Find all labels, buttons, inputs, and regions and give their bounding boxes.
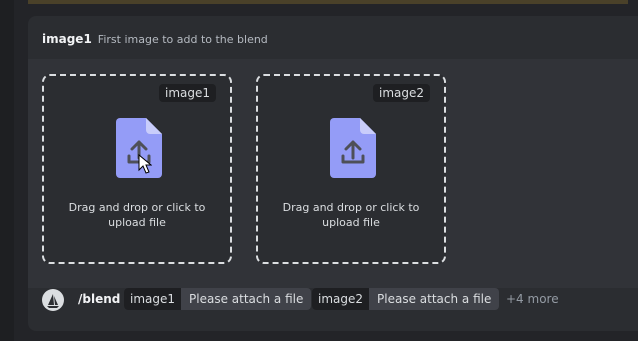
bot-avatar-icon [42,289,64,311]
mouse-pointer-icon-svg [138,154,152,174]
file-upload-icon-svg [330,118,376,178]
left-gutter [0,0,14,341]
option-key: image1 [124,288,182,310]
dropzone-instructions: Drag and drop or click to upload file [68,201,206,229]
option-description: First image to add to the blend [97,33,268,46]
top-accent-bar [28,0,628,4]
slash-command-panel: image1 First image to add to the blend i… [28,16,638,331]
attachment-drop-area: image1 Drag and drop or click to upload … [28,59,638,288]
dropzone-tag: image1 [158,84,216,102]
more-options-button[interactable]: +4 more [506,292,559,306]
option-value: Please attach a file [377,292,492,306]
bot-avatar-icon-svg [47,294,59,308]
option-header: image1 First image to add to the blend [42,32,268,46]
option-key: image2 [312,288,370,310]
command-option-image2[interactable]: image2 Please attach a file [312,288,500,310]
option-name: image1 [42,32,92,46]
app-frame: image1 First image to add to the blend i… [0,0,638,341]
command-name: /blend [78,292,121,306]
option-value: Please attach a file [189,292,304,306]
command-bar: /blend image1 Please attach a file image… [28,286,638,316]
dropzone-image2[interactable]: image2 Drag and drop or click to upload … [256,74,446,264]
dropzone-instructions: Drag and drop or click to upload file [282,201,420,229]
command-option-image1[interactable]: image1 Please attach a file [124,288,312,310]
dropzone-image1[interactable]: image1 Drag and drop or click to upload … [42,74,232,264]
dropzone-tag: image2 [372,84,430,102]
